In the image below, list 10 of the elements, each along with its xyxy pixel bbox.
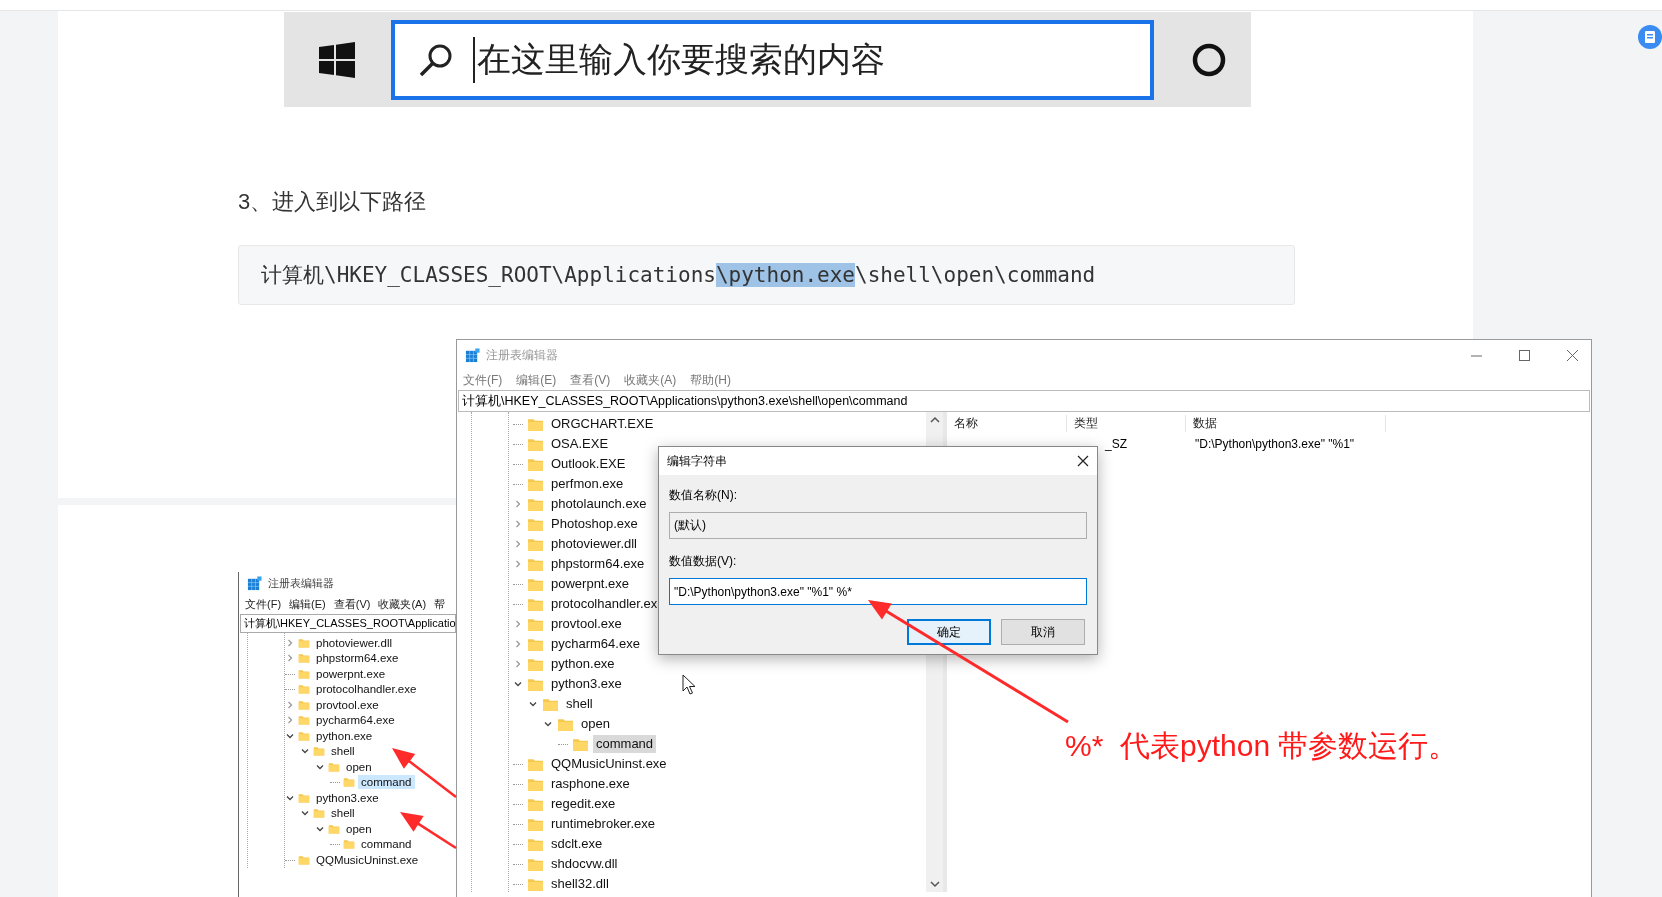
- window-title: 注册表编辑器: [486, 346, 558, 364]
- dialog-title: 编辑字符串: [667, 452, 727, 470]
- annotation-text: %* 代表python 带参数运行。: [1065, 728, 1459, 764]
- table-cell-text: _SZ: [1105, 437, 1128, 451]
- registry-path: 计算机\HKEY_CLASSES_ROOT\Applications\python.exe\shell\open\command: [261, 262, 1096, 289]
- field-label: 数值数据(V):: [669, 553, 738, 570]
- window-title: 注册表编辑器: [268, 575, 334, 591]
- step-heading: 3、进入到以下路径: [238, 188, 427, 216]
- table-cell-text: "D:\Python\python3.exe" "%1": [1194, 437, 1355, 451]
- field-label: 数值名称(N):: [669, 487, 738, 504]
